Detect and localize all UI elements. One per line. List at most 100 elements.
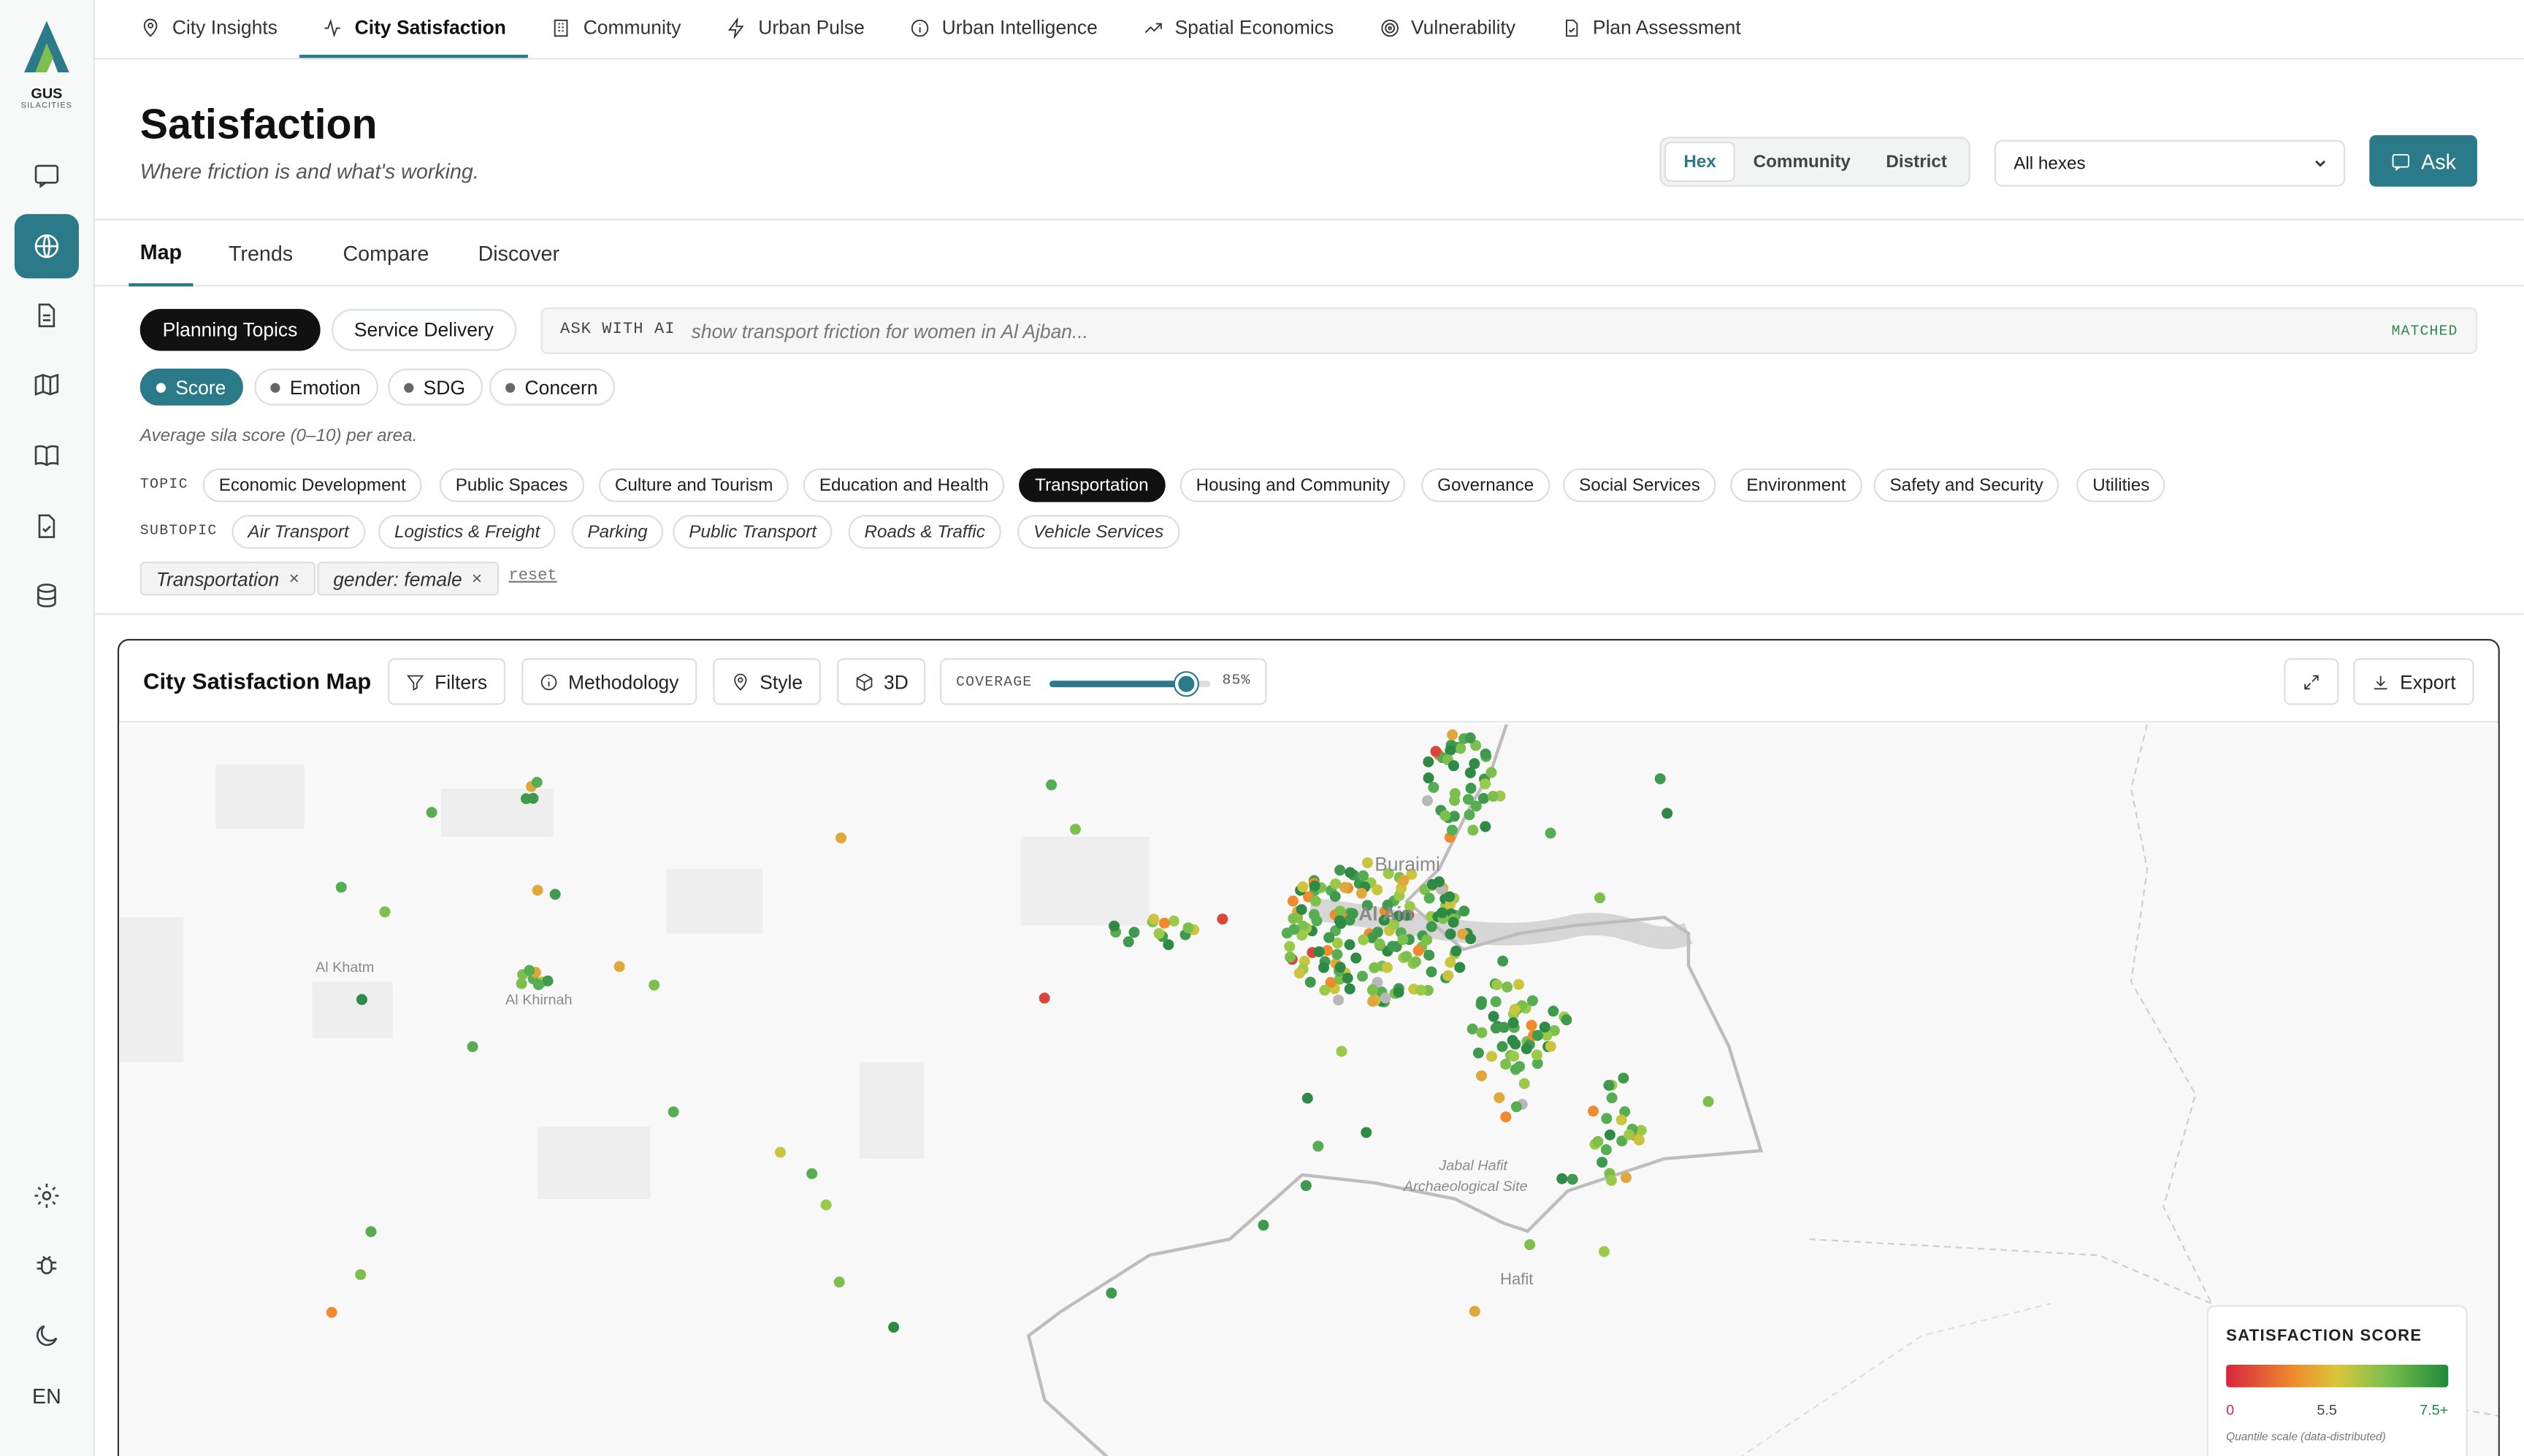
sidebar-settings[interactable] bbox=[15, 1163, 79, 1227]
granularity-hex[interactable]: Hex bbox=[1664, 141, 1736, 183]
topic-culture-tourism[interactable]: Culture and Tourism bbox=[598, 468, 789, 502]
hex-point bbox=[1296, 904, 1307, 916]
language-toggle[interactable]: EN bbox=[15, 1384, 79, 1408]
subtopic-roads-traffic[interactable]: Roads & Traffic bbox=[848, 515, 1001, 549]
filters-button[interactable]: Filters bbox=[388, 658, 505, 705]
hex-point bbox=[1618, 1072, 1629, 1084]
nav-urban-intelligence[interactable]: Urban Intelligence bbox=[887, 0, 1120, 58]
legend-values: 0 5.5 7.5+ bbox=[2226, 1402, 2448, 1418]
export-button[interactable]: Export bbox=[2353, 658, 2474, 705]
subtopic-public-transport[interactable]: Public Transport bbox=[673, 515, 833, 549]
sidebar-chat[interactable] bbox=[15, 143, 79, 207]
sidebar-theme[interactable] bbox=[15, 1303, 79, 1368]
hex-point bbox=[1446, 824, 1458, 836]
sidebar-map[interactable] bbox=[15, 353, 79, 417]
nav-label: Urban Pulse bbox=[758, 16, 865, 39]
hex-point bbox=[1300, 1180, 1312, 1192]
subtopic-parking[interactable]: Parking bbox=[571, 515, 664, 549]
tab-trends[interactable]: Trends bbox=[229, 221, 293, 286]
hex-point bbox=[1344, 983, 1355, 995]
hex-point bbox=[1561, 1014, 1572, 1026]
hex-point bbox=[1336, 1046, 1347, 1057]
coverage-handle[interactable] bbox=[1174, 673, 1198, 696]
coverage-label: COVERAGE bbox=[956, 673, 1033, 690]
metric-score[interactable]: Score bbox=[139, 368, 244, 406]
hex-point bbox=[1485, 767, 1497, 778]
topic-public-spaces[interactable]: Public Spaces bbox=[439, 468, 584, 502]
metric-concern[interactable]: Concern bbox=[489, 368, 616, 406]
hex-point bbox=[1661, 808, 1673, 819]
topic-economic-development[interactable]: Economic Development bbox=[202, 468, 422, 502]
hex-point bbox=[356, 994, 367, 1005]
topic-transportation[interactable]: Transportation bbox=[1019, 468, 1165, 502]
style-button[interactable]: Style bbox=[713, 658, 821, 705]
nav-community[interactable]: Community bbox=[529, 0, 704, 58]
mode-service-delivery[interactable]: Service Delivery bbox=[332, 309, 516, 351]
topic-social-services[interactable]: Social Services bbox=[1563, 468, 1716, 502]
subtopic-logistics-freight[interactable]: Logistics & Freight bbox=[378, 515, 557, 549]
coverage-slider[interactable] bbox=[1049, 673, 1211, 696]
nav-city-satisfaction[interactable]: City Satisfaction bbox=[299, 0, 529, 58]
topic-utilities[interactable]: Utilities bbox=[2076, 468, 2166, 502]
nav-vulnerability[interactable]: Vulnerability bbox=[1356, 0, 1538, 58]
mode-planning-topics[interactable]: Planning Topics bbox=[139, 309, 321, 351]
file-check-icon bbox=[1564, 18, 1578, 37]
methodology-button[interactable]: Methodology bbox=[521, 658, 697, 705]
subtopic-vehicle-services[interactable]: Vehicle Services bbox=[1017, 515, 1180, 549]
topic-safety-security[interactable]: Safety and Security bbox=[1873, 468, 2060, 502]
button-label: Filters bbox=[435, 670, 488, 693]
metric-emotion[interactable]: Emotion bbox=[254, 368, 379, 406]
hex-point bbox=[1372, 884, 1383, 896]
ai-label: ASK WITH AI bbox=[559, 321, 676, 340]
granularity-district[interactable]: District bbox=[1868, 142, 1965, 182]
hex-point bbox=[1469, 1306, 1480, 1317]
hex-point bbox=[1366, 984, 1378, 996]
topic-education-health[interactable]: Education and Health bbox=[803, 468, 1005, 502]
reset-filters-link[interactable]: reset bbox=[508, 568, 557, 586]
hex-point bbox=[1372, 927, 1383, 938]
page-subtitle: Where friction is and what's working. bbox=[139, 159, 479, 184]
sidebar-globe[interactable] bbox=[14, 214, 79, 279]
nav-city-insights[interactable]: City Insights bbox=[118, 0, 300, 58]
brand-logo[interactable]: GUS SILACITIES bbox=[16, 19, 77, 111]
ask-ai-input[interactable]: ASK WITH AI show transport friction for … bbox=[540, 307, 2477, 354]
hex-point bbox=[1426, 878, 1438, 890]
nav-urban-pulse[interactable]: Urban Pulse bbox=[703, 0, 887, 58]
fullscreen-button[interactable] bbox=[2284, 658, 2339, 705]
ask-button[interactable]: Ask bbox=[2369, 135, 2477, 187]
sidebar-database[interactable] bbox=[15, 563, 79, 627]
remove-filter-icon[interactable]: × bbox=[472, 569, 482, 588]
tab-map[interactable]: Map bbox=[129, 221, 194, 287]
page-title: Satisfaction bbox=[139, 99, 378, 148]
metric-sdg[interactable]: SDG bbox=[388, 368, 483, 406]
hex-point bbox=[1448, 916, 1459, 928]
topic-environment[interactable]: Environment bbox=[1730, 468, 1862, 502]
satisfaction-map[interactable]: Buraimi Al Ain Al Khatm Al Khirnah Jabal… bbox=[119, 724, 2500, 1456]
topic-governance[interactable]: Governance bbox=[1421, 468, 1550, 502]
granularity-community[interactable]: Community bbox=[1735, 142, 1868, 182]
sidebar-checklist[interactable] bbox=[15, 494, 79, 559]
hex-point bbox=[1358, 870, 1369, 881]
hex-point bbox=[1488, 1011, 1499, 1022]
hex-point bbox=[1615, 1114, 1627, 1126]
nav-plan-assessment[interactable]: Plan Assessment bbox=[1538, 0, 1764, 58]
topic-housing-community[interactable]: Housing and Community bbox=[1179, 468, 1407, 502]
hex-point bbox=[1521, 1043, 1532, 1054]
sidebar-debug[interactable] bbox=[15, 1233, 79, 1297]
hex-point bbox=[1480, 748, 1491, 760]
place-label: Archaeological Site bbox=[1403, 1179, 1528, 1195]
sidebar-document[interactable] bbox=[15, 283, 79, 348]
tab-compare[interactable]: Compare bbox=[343, 221, 429, 286]
map-toolbar: City Satisfaction Map Filters Methodolog… bbox=[119, 640, 2498, 723]
remove-filter-icon[interactable]: × bbox=[289, 569, 299, 588]
3d-button[interactable]: 3D bbox=[837, 658, 927, 705]
area-select[interactable]: All hexes bbox=[1994, 139, 2346, 187]
hex-point bbox=[1539, 1022, 1550, 1033]
tab-discover[interactable]: Discover bbox=[478, 221, 559, 286]
map-icon bbox=[34, 373, 59, 396]
sidebar-book[interactable] bbox=[15, 424, 79, 488]
hex-point bbox=[1367, 995, 1379, 1007]
nav-spatial-economics[interactable]: Spatial Economics bbox=[1120, 0, 1356, 58]
hex-point bbox=[1148, 913, 1160, 925]
subtopic-air-transport[interactable]: Air Transport bbox=[232, 515, 365, 549]
